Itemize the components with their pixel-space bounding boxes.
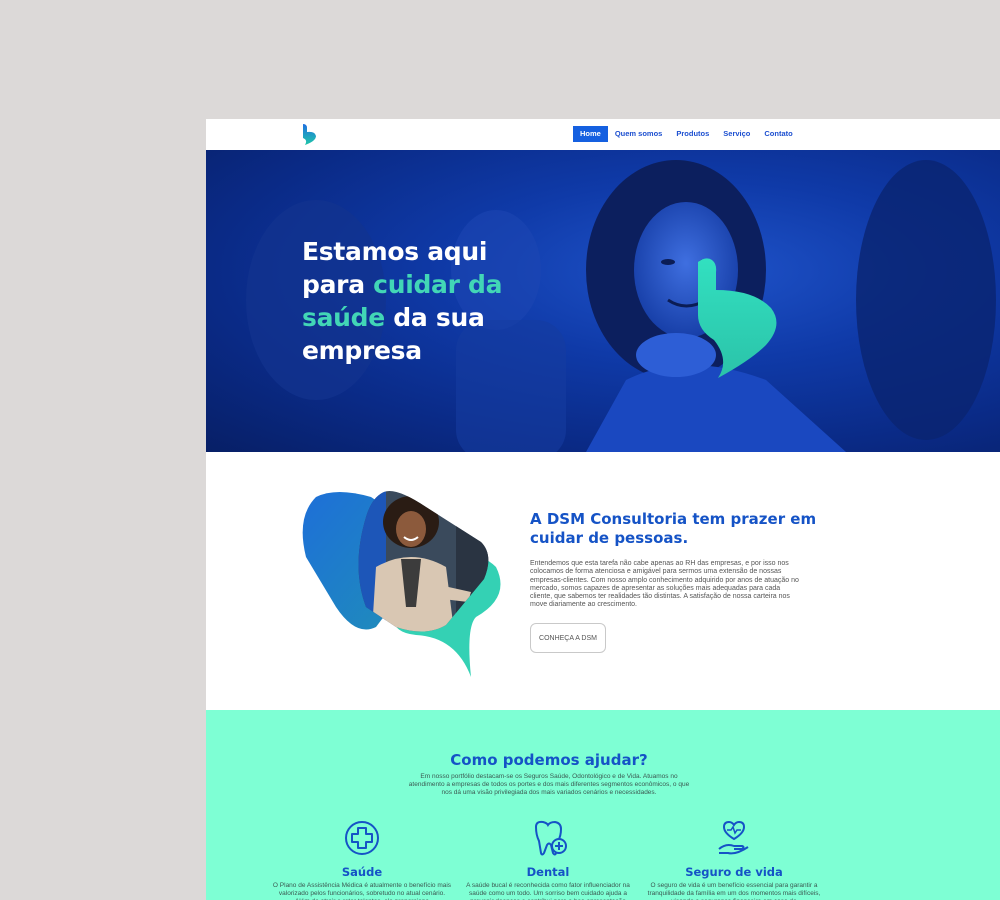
hero-title-line1: Estamos aqui (302, 237, 488, 266)
services-section: Como podemos ajudar? Em nosso portfólio … (206, 710, 1000, 900)
hero-title-line4: empresa (302, 336, 422, 365)
about-illustration (302, 491, 501, 677)
services-title: Como podemos ajudar? (450, 751, 648, 769)
hero-title: Estamos aqui para cuidar da saúde da sua… (302, 235, 542, 367)
service-card-text: O Plano de Assistência Médica é atualmen… (272, 882, 452, 900)
medical-cross-icon (345, 821, 379, 855)
hero-title-line2-accent: cuidar da (373, 270, 503, 299)
menu-item-contato[interactable]: Contato (757, 126, 799, 142)
service-card-title: Seguro de vida (685, 865, 783, 879)
top-navbar: Home Quem somos Produtos Serviço Contato (206, 119, 1000, 150)
hero-title-line3-post: da sua (384, 303, 485, 332)
hero-title-line2-pre: para (302, 270, 374, 299)
tooth-icon (534, 820, 567, 856)
conheca-dsm-button[interactable]: CONHEÇA A DSM (530, 623, 606, 653)
service-card-title: Saúde (341, 865, 383, 879)
about-title: A DSM Consultoria tem prazer em cuidar d… (530, 510, 817, 547)
menu-item-home[interactable]: Home (573, 126, 608, 142)
menu-item-quem-somos[interactable]: Quem somos (608, 126, 670, 142)
website-page: Home Quem somos Produtos Serviço Contato (206, 119, 1000, 900)
service-card-saude[interactable]: Saúde O Plano de Assistência Médica é at… (272, 819, 452, 900)
menu-item-servico[interactable]: Serviço (716, 126, 757, 142)
heart-hand-icon (718, 820, 749, 855)
service-card-dental[interactable]: Dental A saúde bucal é reconhecida como … (458, 819, 638, 900)
hero-banner: Estamos aqui para cuidar da saúde da sua… (206, 150, 1000, 452)
service-card-seguro-de-vida[interactable]: Seguro de vida O seguro de vida é um ben… (644, 819, 824, 900)
about-section: A DSM Consultoria tem prazer em cuidar d… (206, 452, 1000, 710)
dsm-logo-icon[interactable] (301, 124, 317, 145)
menu-item-produtos[interactable]: Produtos (669, 126, 716, 142)
services-intro: Em nosso portfólio destacam-se os Seguro… (408, 773, 690, 796)
service-card-text: O seguro de vida é um benefício essencia… (647, 882, 821, 900)
service-card-title: Dental (526, 865, 570, 879)
service-card-text: A saúde bucal é reconhecida como fator i… (466, 882, 630, 900)
about-text: Entendemos que esta tarefa não cabe apen… (530, 560, 799, 609)
main-menu: Home Quem somos Produtos Serviço Contato (573, 126, 800, 142)
hero-title-line3-accent: saúde (302, 303, 385, 332)
